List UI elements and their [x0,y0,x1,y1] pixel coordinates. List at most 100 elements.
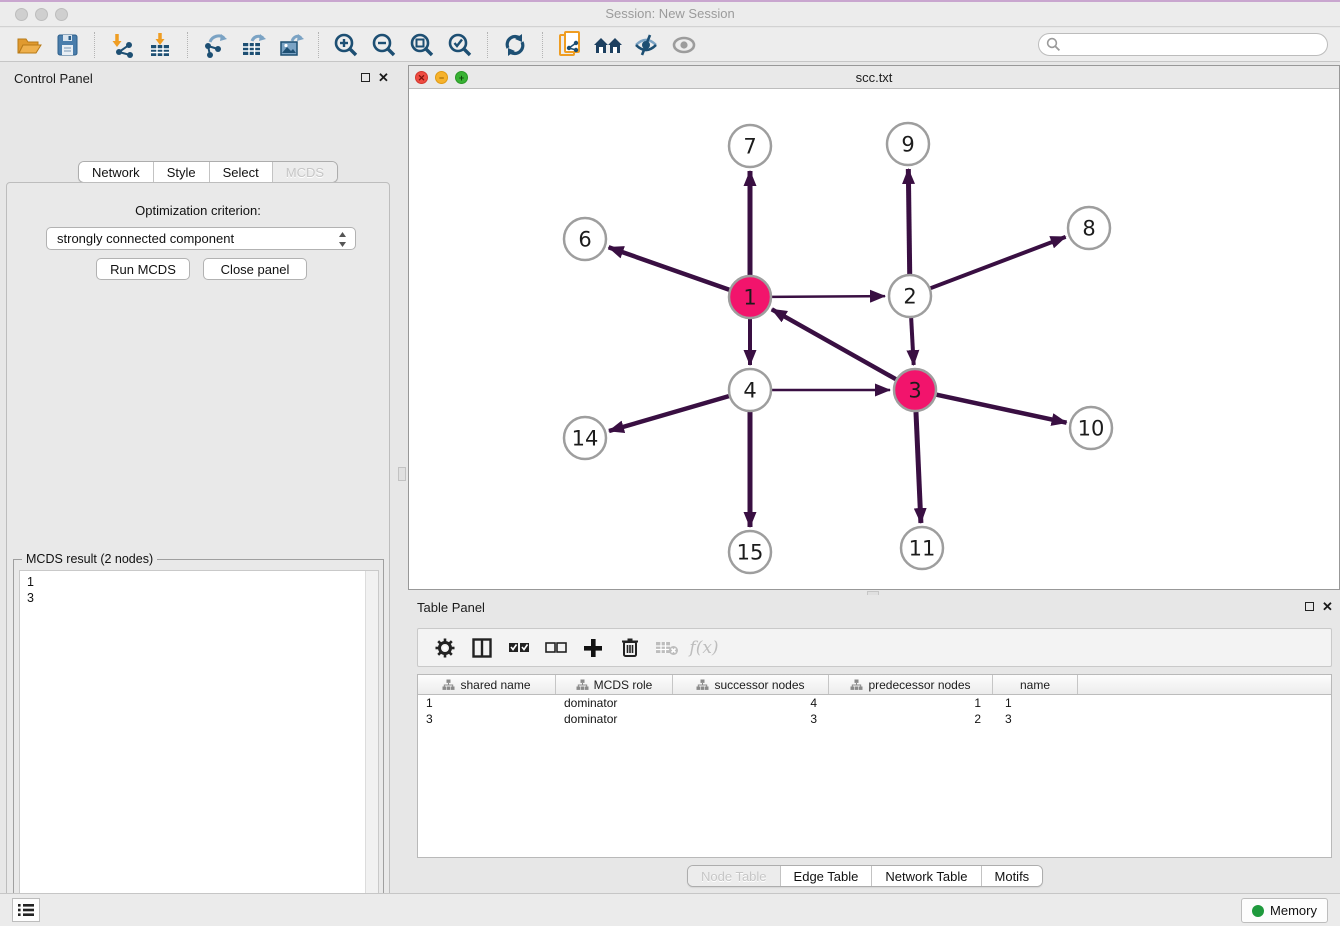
table-row[interactable]: 3 dominator 3 2 3 [418,711,1331,727]
table-panel-header: Table Panel ✕ [408,595,1340,621]
network-window-titlebar[interactable]: ✕ − + scc.txt [409,66,1339,89]
tab-edge-table[interactable]: Edge Table [781,866,873,886]
tab-motifs[interactable]: Motifs [982,866,1043,886]
graph-edge-2-8[interactable] [931,237,1066,288]
zoom-out-icon [371,32,397,58]
refresh-icon [502,32,528,58]
tab-network[interactable]: Network [79,162,154,182]
column-header-shared-name[interactable]: shared name [418,675,556,694]
task-history-button[interactable] [12,898,40,922]
graph-node-4[interactable]: 4 [729,369,771,411]
graph-edge-2-3[interactable] [911,318,914,365]
export-table-button[interactable] [238,31,268,59]
tab-select[interactable]: Select [210,162,273,182]
apply-layout-button[interactable] [500,31,530,59]
select-all-rows-button[interactable] [504,633,534,663]
memory-button[interactable]: Memory [1241,898,1328,923]
mcds-result-list[interactable]: 1 3 [19,570,379,926]
graph-node-15[interactable]: 15 [729,531,771,573]
home-button[interactable] [593,31,623,59]
cell-shared-name: 1 [418,695,556,711]
criterion-dropdown[interactable]: strongly connected component [46,227,356,250]
float-table-panel-icon[interactable] [1305,602,1314,611]
tab-mcds[interactable]: MCDS [273,162,337,182]
graph-node-10[interactable]: 10 [1070,407,1112,449]
save-icon [55,33,79,57]
open-session-button[interactable] [14,31,44,59]
fx-icon: f(x) [689,638,718,658]
tab-style[interactable]: Style [154,162,210,182]
graph-node-7[interactable]: 7 [729,125,771,167]
mcds-tab-content: Optimization criterion: strongly connect… [6,182,390,926]
graph-edge-3-10[interactable] [937,395,1067,423]
float-panel-icon[interactable] [361,73,370,82]
export-image-button[interactable] [276,31,306,59]
graph-edge-3-1[interactable] [772,309,896,379]
graph-edge-1-2[interactable] [772,296,885,297]
search-input[interactable] [1038,33,1328,56]
table-header-row: shared name MCDS role successor nodes pr… [418,675,1331,695]
network-document-icon [557,31,583,59]
column-layout-button[interactable] [467,633,497,663]
graph-node-2[interactable]: 2 [889,275,931,317]
zoom-fit-button[interactable] [407,31,437,59]
memory-status-icon [1252,905,1264,917]
close-panel-button[interactable]: Close panel [203,258,307,280]
export-image-icon [278,32,304,58]
graph-edge-1-6[interactable] [609,247,730,289]
mcds-result-box: MCDS result (2 nodes) 1 3 [13,559,384,926]
zoom-selected-button[interactable] [445,31,475,59]
graph-node-9[interactable]: 9 [887,123,929,165]
zoom-in-button[interactable] [331,31,361,59]
add-column-button[interactable] [578,633,608,663]
table-row[interactable]: 1 dominator 4 1 1 [418,695,1331,711]
trash-icon [621,637,639,658]
close-panel-icon[interactable]: ✕ [378,70,389,86]
dropdown-arrows-icon [338,231,347,248]
graph-edge-2-9[interactable] [908,169,909,274]
close-table-panel-icon[interactable]: ✕ [1322,599,1333,615]
deselect-all-rows-button[interactable] [541,633,571,663]
graph-edge-3-11[interactable] [916,412,921,523]
hide-show-panels-button[interactable] [631,31,661,59]
toolbar-separator [187,32,188,58]
column-header-successor-nodes[interactable]: successor nodes [673,675,829,694]
export-table-icon [240,32,266,58]
toolbar-separator [542,32,543,58]
run-mcds-button[interactable]: Run MCDS [96,258,190,280]
control-panel-title: Control Panel [14,71,93,86]
zoom-out-button[interactable] [369,31,399,59]
graph-node-6[interactable]: 6 [564,218,606,260]
import-table-button[interactable] [145,31,175,59]
graph-node-11[interactable]: 11 [901,527,943,569]
column-header-predecessor-nodes[interactable]: predecessor nodes [829,675,993,694]
application-window: Session: New Session [0,0,1340,926]
table-panel: Table Panel ✕ [408,595,1340,888]
graph-edge-4-14[interactable] [609,396,729,431]
graph-node-3[interactable]: 3 [894,369,936,411]
delete-column-button[interactable] [615,633,645,663]
export-network-icon [202,32,228,58]
column-header-name[interactable]: name [993,675,1078,694]
graph-node-label: 4 [743,378,756,402]
graph-node-label: 15 [737,540,764,564]
control-panel-header: Control Panel ✕ [0,65,396,91]
vertical-split-divider[interactable] [396,65,408,888]
network-canvas[interactable]: 1 2 3 4 6 7 8 9 10 11 14 15 [409,89,1339,589]
save-session-button[interactable] [52,31,82,59]
import-network-button[interactable] [107,31,137,59]
tab-node-table[interactable]: Node Table [688,866,781,886]
graph-node-14[interactable]: 14 [564,417,606,459]
zoom-selected-icon [447,32,473,58]
zoom-in-icon [333,32,359,58]
column-header-mcds-role[interactable]: MCDS role [556,675,673,694]
tab-network-table[interactable]: Network Table [872,866,981,886]
export-network-button[interactable] [200,31,230,59]
graph-node-8[interactable]: 8 [1068,207,1110,249]
split-grip-icon[interactable] [398,467,406,481]
table-options-button[interactable] [430,633,460,663]
graph-node-1[interactable]: 1 [729,276,771,318]
result-scrollbar[interactable] [365,571,378,926]
network-file-button[interactable] [555,31,585,59]
cell-predecessor-nodes: 1 [829,695,993,711]
